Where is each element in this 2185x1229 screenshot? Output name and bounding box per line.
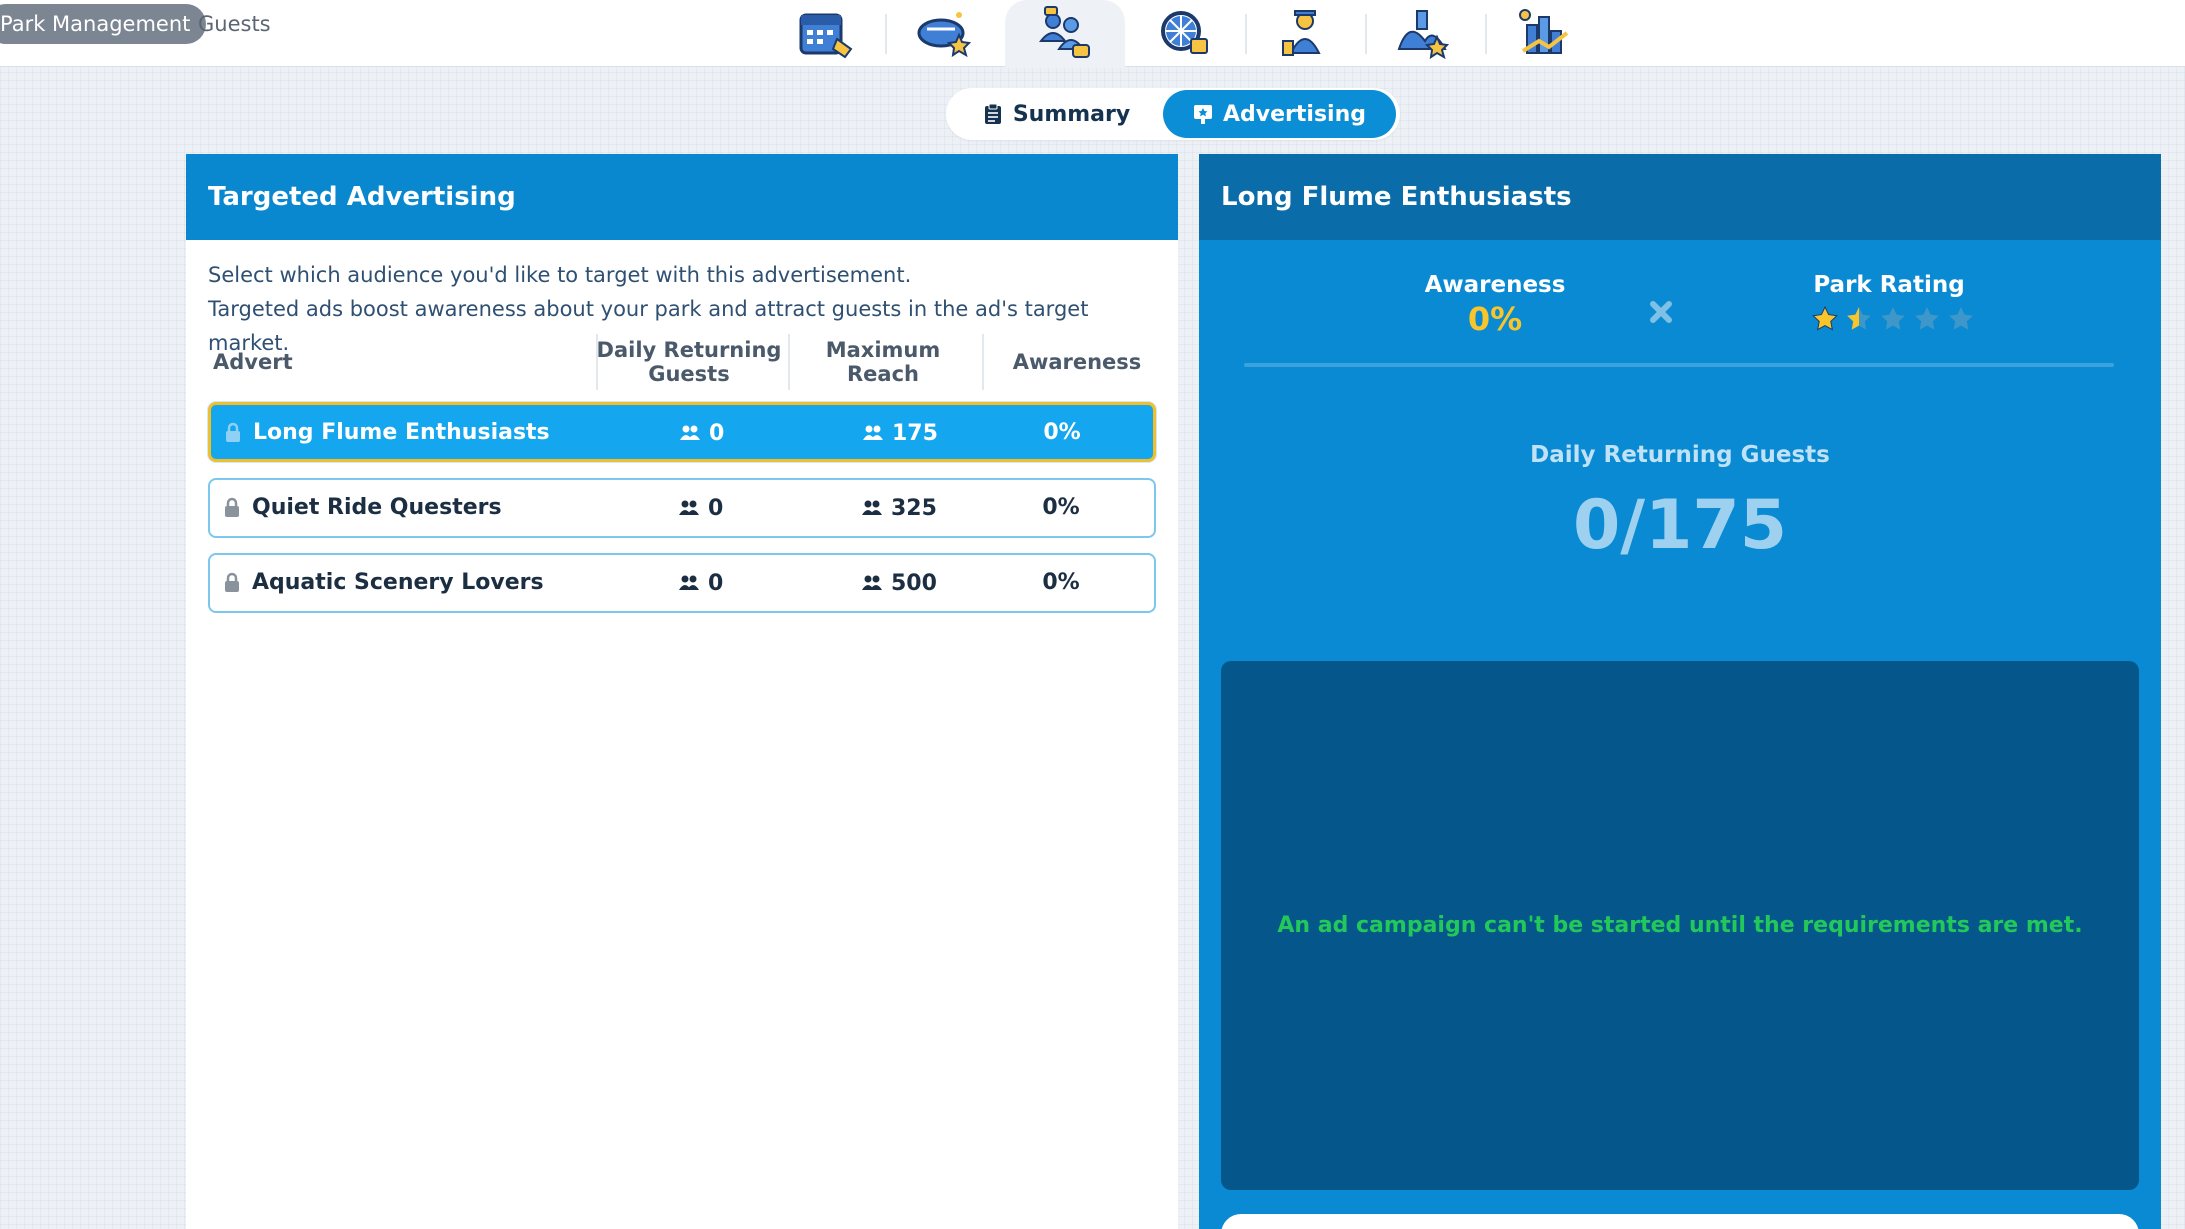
calendar-icon[interactable] — [765, 0, 885, 67]
advert-detail-panel: Long Flume Enthusiasts Awareness 0% Park… — [1199, 154, 2161, 1229]
multiply-icon — [1650, 301, 1672, 323]
maximum-reach-cell: 325 — [861, 480, 937, 536]
breadcrumb-park-management[interactable]: Park Management — [0, 4, 207, 44]
rides-icon[interactable] — [1125, 0, 1245, 67]
column-maximum-reach[interactable]: Maximum Reach — [790, 334, 976, 390]
maximum-reach-value: 175 — [892, 420, 938, 446]
star-empty-icon — [1881, 307, 1905, 330]
column-daily-line-1: Daily Returning — [596, 338, 782, 362]
clipboard-icon — [984, 103, 1001, 124]
maximum-reach-cell: 500 — [861, 555, 937, 611]
guests-icon — [863, 425, 883, 440]
staff-icon[interactable] — [1245, 0, 1365, 67]
star-full-icon — [1812, 305, 1838, 331]
guests-icon — [679, 500, 699, 515]
daily-returning-value: 0 — [708, 570, 724, 596]
daily-returning-value: 0 — [709, 420, 725, 446]
panel-title: Targeted Advertising — [186, 154, 1178, 240]
top-bar: Park Management Guests — [0, 0, 2185, 68]
maximum-reach-value: 325 — [891, 495, 937, 521]
awareness-label: Awareness — [1424, 272, 1566, 298]
category-nav — [765, 0, 1605, 68]
finance-chart-icon[interactable] — [1485, 0, 1605, 67]
tab-advertising[interactable]: Advertising — [1163, 90, 1396, 138]
stats-divider — [1244, 363, 2114, 367]
breadcrumb-guests: Guests — [198, 12, 271, 36]
daily-returning-cell: 0 — [678, 555, 723, 611]
guest-advertising-icon[interactable] — [1005, 0, 1125, 68]
park-rating-stars — [1811, 305, 1975, 333]
lock-icon — [225, 572, 239, 592]
advert-row-aquatic-scenery-lovers[interactable]: Aquatic Scenery Lovers 0 500 0% — [208, 553, 1156, 613]
table-header: Advert Daily Returning Guests Maximum Rea… — [186, 334, 1178, 390]
advert-name: Aquatic Scenery Lovers — [252, 570, 544, 595]
column-daily-returning-guests[interactable]: Daily Returning Guests — [596, 334, 782, 390]
tab-summary-label: Summary — [1012, 101, 1131, 127]
advert-row-long-flume-enthusiasts[interactable]: Long Flume Enthusiasts 0 175 0% — [208, 402, 1156, 462]
tab-summary[interactable]: Summary — [950, 90, 1163, 138]
detail-title: Long Flume Enthusiasts — [1199, 154, 2161, 240]
lock-icon — [226, 422, 240, 442]
scenery-icon[interactable] — [1365, 0, 1485, 67]
view-tabs: Summary Advertising — [946, 88, 1400, 140]
requirements-message: An ad campaign can't be started until th… — [1277, 913, 2083, 938]
guests-icon — [862, 575, 882, 590]
start-campaign-button[interactable] — [1221, 1214, 2139, 1229]
star-empty-icon — [1915, 307, 1939, 330]
daily-returning-guests-label: Daily Returning Guests — [1530, 442, 1830, 468]
tab-advertising-label: Advertising — [1223, 101, 1367, 127]
guests-icon — [680, 425, 700, 440]
awareness-value: 0% — [1043, 420, 1081, 445]
column-awareness[interactable]: Awareness — [984, 334, 1170, 390]
awareness-value: 0% — [1042, 570, 1080, 595]
maximum-reach-cell: 175 — [862, 405, 938, 461]
daily-returning-value: 0 — [708, 495, 724, 521]
awareness-value: 0% — [1042, 495, 1080, 520]
star-half-icon — [1847, 307, 1871, 330]
advert-name: Quiet Ride Questers — [252, 495, 502, 520]
description-line-1: Select which audience you'd like to targ… — [208, 263, 912, 287]
park-rating-label: Park Rating — [1813, 272, 1965, 298]
lock-icon — [225, 497, 239, 517]
guests-icon — [862, 500, 882, 515]
star-empty-icon — [1949, 307, 1973, 330]
guests-rating-icon[interactable] — [885, 0, 1005, 67]
billboard-icon — [1194, 105, 1213, 124]
targeted-advertising-panel: Targeted Advertising Select which audien… — [186, 154, 1178, 1229]
awareness-percent: 0% — [1467, 300, 1523, 338]
maximum-reach-value: 500 — [891, 570, 937, 596]
column-advert[interactable]: Advert — [213, 334, 293, 390]
advert-name: Long Flume Enthusiasts — [253, 420, 550, 445]
daily-returning-cell: 0 — [679, 405, 724, 461]
advert-row-quiet-ride-questers[interactable]: Quiet Ride Questers 0 325 0% — [208, 478, 1156, 538]
requirements-box: An ad campaign can't be started until th… — [1221, 661, 2139, 1190]
daily-returning-guests-value: 0/175 — [1572, 486, 1788, 565]
column-daily-line-2: Guests — [648, 362, 730, 386]
daily-returning-cell: 0 — [678, 480, 723, 536]
guests-icon — [679, 575, 699, 590]
